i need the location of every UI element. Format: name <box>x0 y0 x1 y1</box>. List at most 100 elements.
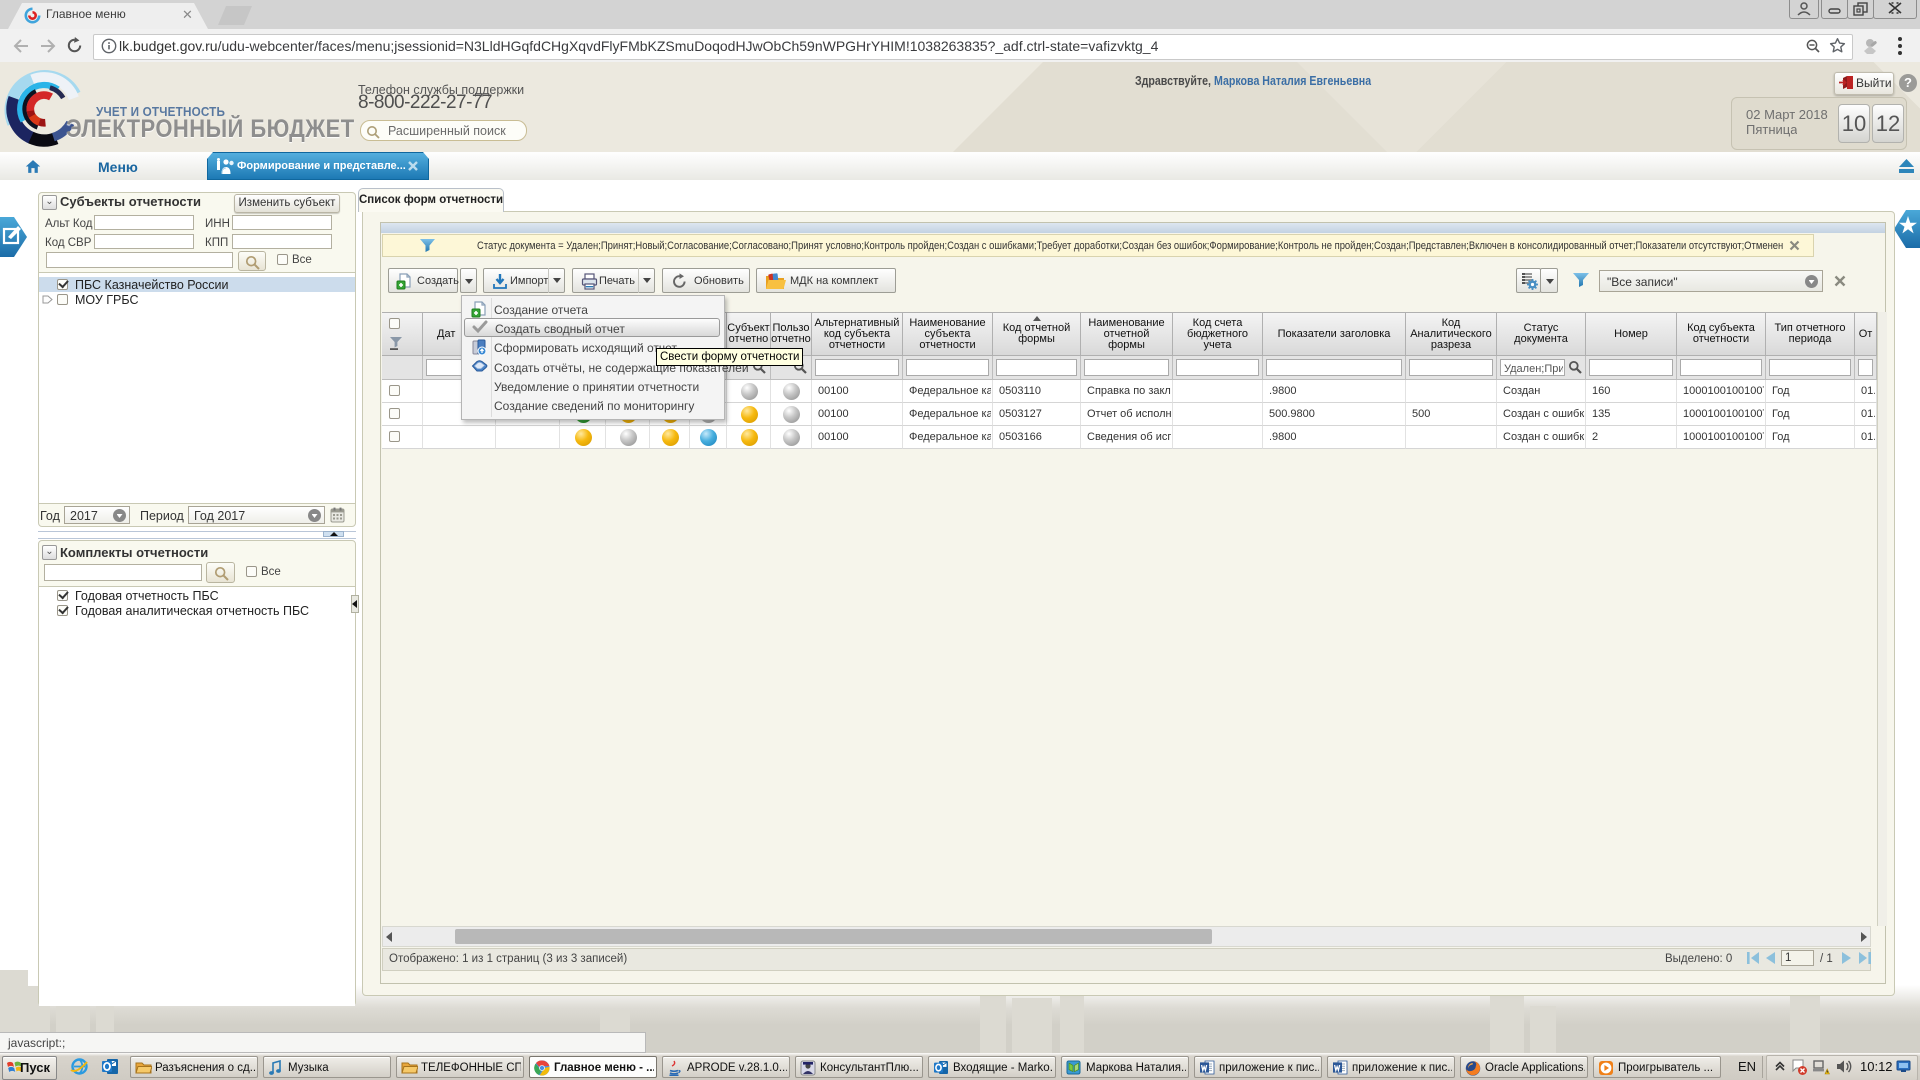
zoom-icon[interactable] <box>1805 38 1821 54</box>
table-cell[interactable]: 500 <box>1406 403 1497 426</box>
table-cell[interactable]: Федеральное каз <box>903 426 993 449</box>
table-cell[interactable]: 01.0 <box>1855 403 1877 426</box>
table-cell[interactable] <box>727 380 771 403</box>
create-dropdown-button[interactable] <box>460 268 477 293</box>
sort-asc-icon[interactable] <box>1033 316 1041 321</box>
sidebar-edit-flag-icon[interactable] <box>0 217 27 257</box>
column-header[interactable] <box>382 312 423 356</box>
period-select[interactable]: Год 2017 <box>188 506 325 524</box>
show-desktop-icon[interactable] <box>1896 1060 1913 1073</box>
table-cell[interactable]: 1000100100100ТІ <box>1677 426 1766 449</box>
column-header[interactable]: Статусдокумента <box>1497 312 1586 356</box>
table-cell[interactable]: Справка по закл <box>1081 380 1173 403</box>
table-cell[interactable] <box>1173 403 1263 426</box>
table-cell[interactable] <box>771 426 812 449</box>
tree-checkbox[interactable] <box>57 279 68 290</box>
table-cell[interactable]: 1000100100100ТІ <box>1677 403 1766 426</box>
table-cell[interactable]: 500.9800 <box>1263 403 1406 426</box>
column-filter-input[interactable] <box>906 359 989 376</box>
table-cell[interactable] <box>1406 426 1497 449</box>
svr-input[interactable] <box>94 234 194 249</box>
column-filter-input[interactable] <box>1680 359 1762 376</box>
column-filter-input[interactable] <box>1589 359 1673 376</box>
tree-checkbox[interactable] <box>57 294 68 305</box>
columns-settings-dropdown[interactable] <box>1540 268 1558 293</box>
year-select[interactable]: 2017 <box>64 506 130 524</box>
column-header[interactable]: КодАналитическогоразреза <box>1406 312 1497 356</box>
menu-item[interactable]: Создание отчета <box>464 300 720 319</box>
tray-network-icon[interactable] <box>1812 1058 1830 1076</box>
table-cell[interactable]: 135 <box>1586 403 1677 426</box>
column-filter-input[interactable] <box>1858 359 1873 376</box>
column-filter-input[interactable] <box>815 359 899 376</box>
taskbar-button[interactable]: Проигрыватель ... <box>1593 1056 1721 1078</box>
tray-volume-icon[interactable] <box>1836 1058 1853 1075</box>
table-cell[interactable]: 160 <box>1586 380 1677 403</box>
bookmark-star-icon[interactable] <box>1829 37 1846 54</box>
table-cell[interactable]: Федеральное каз <box>903 403 993 426</box>
row-checkbox[interactable] <box>389 431 400 442</box>
taskbar-button[interactable]: КонсультантПлю... <box>795 1056 923 1078</box>
minimize-button[interactable] <box>1821 0 1848 19</box>
table-cell[interactable]: 01.0 <box>1855 426 1877 449</box>
column-filter-search-icon[interactable] <box>1568 360 1582 379</box>
subjects-collapse-icon[interactable]: ⌄ <box>42 195 57 210</box>
column-filter-input[interactable] <box>1176 359 1259 376</box>
column-header[interactable]: Показатели заголовка <box>1263 312 1406 356</box>
table-cell[interactable]: Создан с ошибка <box>1497 426 1586 449</box>
taskbar-button[interactable]: Главное меню - ... <box>529 1056 657 1078</box>
subjects-search-input[interactable] <box>46 252 233 268</box>
table-cell[interactable]: .9800 <box>1263 380 1406 403</box>
table-cell[interactable]: Год <box>1766 380 1855 403</box>
collapse-header-icon[interactable] <box>1898 159 1915 174</box>
favorites-star-flag-icon[interactable] <box>1894 210 1920 248</box>
back-icon[interactable] <box>12 38 30 54</box>
table-cell[interactable]: Год <box>1766 426 1855 449</box>
table-cell[interactable]: 00100 <box>812 403 903 426</box>
sets-collapse-icon[interactable]: ⌄ <box>42 545 57 560</box>
inn-input[interactable] <box>232 215 332 230</box>
taskbar-button[interactable]: Входящие - Marko... <box>928 1056 1056 1078</box>
row-checkbox[interactable] <box>389 385 400 396</box>
taskbar-button[interactable]: Маркова Наталия... <box>1061 1056 1189 1078</box>
column-header[interactable]: Код счетабюджетногоучета <box>1173 312 1263 356</box>
table-cell[interactable] <box>496 426 560 449</box>
first-page-icon[interactable] <box>1746 951 1760 965</box>
table-cell[interactable]: Создан <box>1497 380 1586 403</box>
taskbar-button[interactable]: Oracle Applications... <box>1460 1056 1588 1078</box>
taskbar-button[interactable]: приложение к пис... <box>1194 1056 1322 1078</box>
prev-page-icon[interactable] <box>1764 951 1776 965</box>
column-filter-input[interactable]: Удален;Прин <box>1500 359 1565 376</box>
column-header[interactable]: Наименованиеотчетнойформы <box>1081 312 1173 356</box>
taskbar-button[interactable]: Музыка <box>263 1056 391 1078</box>
column-header[interactable]: Код субъектаотчетности <box>1677 312 1766 356</box>
calendar-icon[interactable] <box>330 507 345 523</box>
change-subject-button[interactable]: Изменить субъект <box>234 194 340 213</box>
alt-code-input[interactable] <box>94 215 194 230</box>
table-cell[interactable] <box>650 426 690 449</box>
browser-menu-icon[interactable] <box>1898 36 1902 56</box>
restore-button[interactable] <box>1847 0 1874 19</box>
extension-icon[interactable] <box>1861 37 1879 55</box>
table-cell[interactable]: Отчет об исполне <box>1081 403 1173 426</box>
tray-chevron-icon[interactable] <box>1774 1061 1786 1073</box>
taskbar-button[interactable]: Разъяснения о сд... <box>130 1056 258 1078</box>
next-page-icon[interactable] <box>1841 951 1853 965</box>
column-filter-input[interactable] <box>1266 359 1402 376</box>
profile-button[interactable] <box>1789 0 1819 19</box>
applied-filter-close-icon[interactable] <box>1788 239 1801 252</box>
column-header[interactable]: Код отчетнойформы <box>993 312 1081 356</box>
column-filter-input[interactable] <box>996 359 1077 376</box>
create-button[interactable]: Создать <box>388 268 458 293</box>
kpp-input[interactable] <box>232 234 332 249</box>
main-tab[interactable]: Список форм отчетности <box>358 188 504 212</box>
column-header[interactable]: Тип отчетногопериода <box>1766 312 1855 356</box>
table-cell[interactable]: Федеральное каз <box>903 380 993 403</box>
refresh-button[interactable]: Обновить <box>662 268 750 293</box>
table-cell[interactable]: 0503166 <box>993 426 1081 449</box>
taskbar-button[interactable]: приложение к пис... <box>1327 1056 1455 1078</box>
hscroll-thumb[interactable] <box>455 929 1212 944</box>
tree-item[interactable]: МОУ ГРБС <box>39 292 355 307</box>
tray-language[interactable]: EN <box>1738 1059 1756 1074</box>
set-item[interactable]: Годовая отчетность ПБС <box>39 588 355 603</box>
